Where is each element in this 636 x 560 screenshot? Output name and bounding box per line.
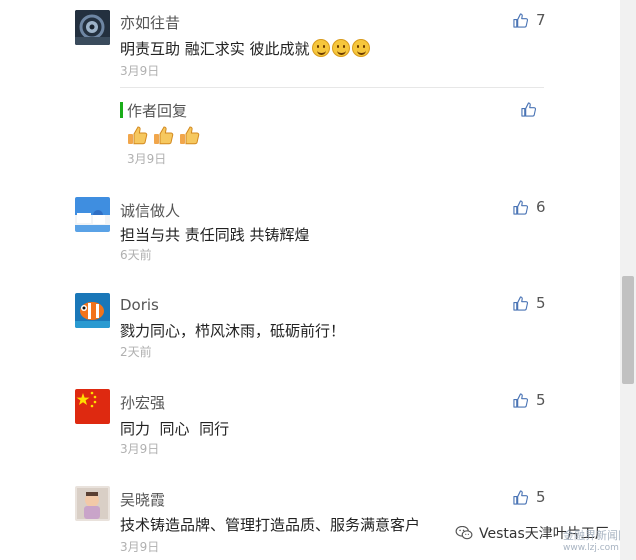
comment-text: 明责互助 融汇求实 彼此成就 [120, 38, 370, 59]
comment-date: 3月9日 [120, 442, 160, 456]
commenter-name[interactable]: 吴晓霞 [120, 489, 165, 510]
thumbs-up-emoji [180, 126, 200, 145]
commenter-name[interactable]: Doris [120, 296, 159, 314]
thumbs-up-icon [513, 199, 528, 215]
comment-date: 2天前 [120, 345, 152, 359]
like-count: 5 [536, 488, 546, 506]
comment-date: 3月9日 [120, 540, 160, 554]
thumbs-up-icon [513, 295, 528, 311]
comment-text: 担当与共 责任同践 共铸辉煌 [120, 226, 310, 244]
avatar[interactable] [75, 486, 110, 521]
grin-emoji [351, 39, 370, 57]
thumbs-up-icon [513, 392, 528, 408]
comment-text-content: 明责互助 融汇求实 彼此成就 [120, 40, 310, 58]
like-count: 7 [536, 11, 546, 29]
reply-date: 3月9日 [127, 152, 167, 166]
thumbs-up-emoji [128, 126, 148, 145]
thumbs-up-icon [513, 489, 528, 505]
like-count: 6 [536, 198, 546, 216]
avatar[interactable] [75, 389, 110, 424]
comment-date: 3月9日 [120, 64, 160, 78]
comment-text: 同力 同心 同行 [120, 420, 230, 438]
avatar[interactable] [75, 10, 110, 45]
reply-label: 作者回复 [127, 102, 188, 120]
commenter-name[interactable]: 诚信做人 [120, 200, 180, 221]
divider [120, 87, 544, 88]
grin-emoji [331, 39, 350, 57]
like-button[interactable]: 5 [513, 391, 546, 409]
comment-text: 技术铸造品牌、管理打造品质、服务满意客户 [120, 516, 421, 534]
reply-emojis [127, 126, 200, 149]
reply-accent-bar [120, 102, 123, 118]
thumbs-up-icon [521, 101, 536, 117]
comment-date: 6天前 [120, 248, 152, 262]
wechat-icon [455, 526, 473, 540]
commenter-name[interactable]: 亦如往昔 [120, 12, 180, 33]
like-button[interactable]: 7 [513, 11, 546, 29]
scrollbar-thumb[interactable] [622, 276, 634, 384]
like-button[interactable]: 5 [513, 294, 546, 312]
like-button[interactable]: 6 [513, 198, 546, 216]
comment-text: 戮力同心，栉风沐雨，砥砺前行！ [120, 322, 346, 340]
like-count: 5 [536, 391, 546, 409]
thumbs-up-icon [513, 12, 528, 28]
avatar[interactable] [75, 293, 110, 328]
avatar[interactable] [75, 197, 110, 232]
like-count: 5 [536, 294, 546, 312]
like-button[interactable]: 5 [513, 488, 546, 506]
thumbs-up-emoji [154, 126, 174, 145]
commenter-name[interactable]: 孙宏强 [120, 392, 165, 413]
grin-emoji [311, 39, 330, 57]
reply-like-button[interactable] [521, 100, 536, 118]
